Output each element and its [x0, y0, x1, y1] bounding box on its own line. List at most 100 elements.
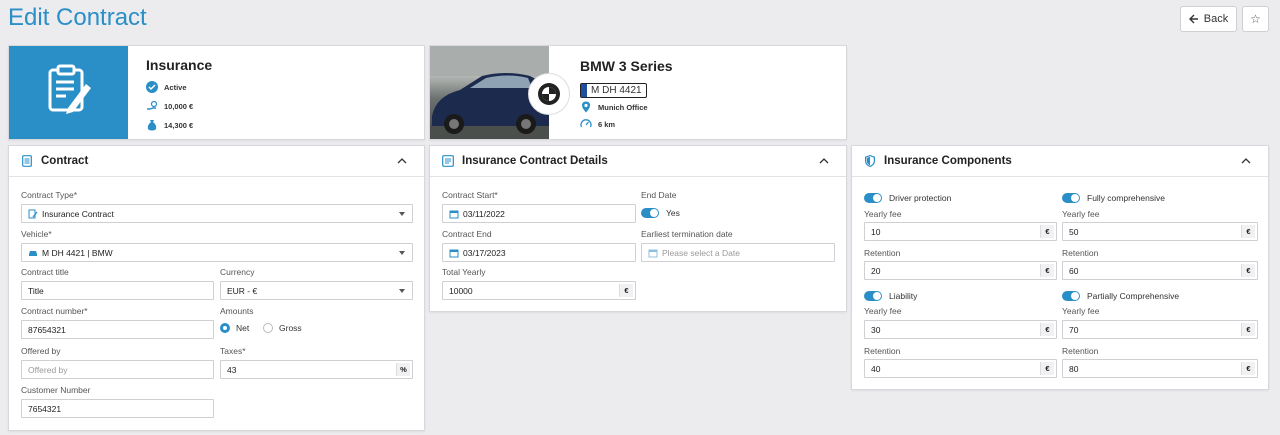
- money-bag-icon: [146, 119, 158, 131]
- contract-number-input[interactable]: 87654321: [21, 320, 214, 339]
- insurance-title: Insurance: [146, 57, 213, 73]
- fully-comprehensive-fee-input[interactable]: 50 €: [1062, 222, 1258, 241]
- component-toggle-partially-comprehensive[interactable]: Partially Comprehensive: [1062, 291, 1179, 301]
- taxes-input[interactable]: 43 %: [220, 360, 413, 379]
- fee-value: 50: [1069, 226, 1079, 237]
- currency-value: EUR - €: [227, 285, 258, 296]
- car-icon: [28, 248, 38, 258]
- vehicle-location: Munich Office: [580, 101, 648, 113]
- retention-label: Retention: [864, 248, 901, 258]
- euro-addon: €: [1241, 264, 1255, 277]
- offered-by-placeholder: Offered by: [28, 364, 68, 375]
- customer-number-label: Customer Number: [21, 385, 91, 395]
- dropdown-caret-icon: [399, 289, 405, 293]
- total-yearly-value: 10000: [449, 285, 473, 296]
- toggle-on-icon: [1062, 193, 1080, 203]
- contract-edit-icon: [28, 209, 38, 219]
- fee-value: 10: [871, 226, 881, 237]
- amounts-gross-radio[interactable]: Gross: [263, 323, 302, 333]
- contract-end-input[interactable]: 03/17/2023: [442, 243, 636, 262]
- details-panel-header[interactable]: Insurance Contract Details: [430, 146, 846, 177]
- component-toggle-driver-protection[interactable]: Driver protection: [864, 193, 951, 203]
- end-date-toggle-label: Yes: [666, 208, 680, 218]
- contract-type-value: Insurance Contract: [42, 208, 114, 219]
- insurance-summary-card: Insurance Active 10,000 € 14,300 €: [8, 45, 425, 140]
- calendar-icon: [648, 248, 658, 258]
- bmw-logo: [528, 73, 570, 115]
- total-yearly-input[interactable]: 10000 €: [442, 281, 636, 300]
- euro-addon: €: [1040, 225, 1054, 238]
- amounts-net-radio[interactable]: Net: [220, 323, 249, 333]
- vehicle-title: BMW 3 Series: [580, 58, 673, 74]
- liability-fee-input[interactable]: 30 €: [864, 320, 1057, 339]
- fee-value: 70: [1069, 324, 1079, 335]
- euro-addon: €: [619, 284, 633, 297]
- contract-type-label: Contract Type*: [21, 190, 78, 200]
- retention-label: Retention: [1062, 346, 1099, 356]
- amounts-net-label: Net: [236, 323, 250, 333]
- back-button-label: Back: [1203, 13, 1229, 25]
- chevron-up-icon[interactable]: [396, 155, 408, 167]
- driver-protection-fee-input[interactable]: 10 €: [864, 222, 1057, 241]
- yearly-fee-label: Yearly fee: [864, 306, 902, 316]
- termination-date-input[interactable]: Please select a Date: [641, 243, 835, 262]
- offered-by-input[interactable]: Offered by: [21, 360, 214, 379]
- euro-addon: €: [1241, 225, 1255, 238]
- mileage-text: 6 km: [598, 119, 616, 129]
- toggle-on-icon: [641, 208, 659, 218]
- details-panel-title: Insurance Contract Details: [462, 155, 608, 167]
- amount-2-text: 14,300 €: [164, 120, 194, 130]
- license-plate: M DH 4421: [580, 83, 647, 98]
- yearly-fee-label: Yearly fee: [864, 209, 902, 219]
- insurance-status: Active: [146, 81, 187, 93]
- contract-title-input[interactable]: Title: [21, 281, 214, 300]
- customer-number-input[interactable]: 7654321: [21, 399, 214, 418]
- component-name: Fully comprehensive: [1087, 193, 1165, 203]
- retention-value: 20: [871, 265, 881, 276]
- yearly-fee-label: Yearly fee: [1062, 306, 1100, 316]
- contract-start-label: Contract Start*: [442, 190, 498, 200]
- euro-addon: €: [1040, 323, 1054, 336]
- contract-number-value: 87654321: [28, 324, 66, 335]
- driver-protection-retention-input[interactable]: 20 €: [864, 261, 1057, 280]
- vehicle-select[interactable]: M DH 4421 | BMW: [21, 243, 413, 262]
- component-toggle-liability[interactable]: Liability: [864, 291, 917, 301]
- favorite-button[interactable]: ☆: [1242, 6, 1269, 32]
- contract-panel: Contract Contract Type* Insurance Contra…: [8, 145, 425, 431]
- toggle-on-icon: [864, 193, 882, 203]
- retention-value: 60: [1069, 265, 1079, 276]
- document-icon: [21, 155, 33, 167]
- radio-selected-icon: [220, 323, 230, 333]
- retention-value: 40: [871, 363, 881, 374]
- taxes-label: Taxes*: [220, 346, 246, 356]
- component-toggle-fully-comprehensive[interactable]: Fully comprehensive: [1062, 193, 1165, 203]
- retention-label: Retention: [864, 346, 901, 356]
- end-date-toggle[interactable]: Yes: [641, 208, 680, 218]
- partially-comprehensive-retention-input[interactable]: 80 €: [1062, 359, 1258, 378]
- contract-panel-header[interactable]: Contract: [9, 146, 424, 177]
- euro-addon: €: [1241, 323, 1255, 336]
- speedometer-icon: [580, 118, 592, 130]
- retention-label: Retention: [1062, 248, 1099, 258]
- currency-select[interactable]: EUR - €: [220, 281, 413, 300]
- toggle-on-icon: [1062, 291, 1080, 301]
- contract-title-label: Contract title: [21, 267, 69, 277]
- dropdown-caret-icon: [399, 212, 405, 216]
- eu-plate-icon: [581, 84, 587, 97]
- chevron-up-icon[interactable]: [818, 155, 830, 167]
- shield-icon: [864, 155, 876, 167]
- retention-value: 80: [1069, 363, 1079, 374]
- partially-comprehensive-fee-input[interactable]: 70 €: [1062, 320, 1258, 339]
- fully-comprehensive-retention-input[interactable]: 60 €: [1062, 261, 1258, 280]
- offered-by-label: Offered by: [21, 346, 61, 356]
- contract-type-select[interactable]: Insurance Contract: [21, 204, 413, 223]
- status-text: Active: [164, 82, 187, 92]
- insurance-amount-2: 14,300 €: [146, 119, 193, 131]
- euro-addon: €: [1040, 362, 1054, 375]
- liability-retention-input[interactable]: 40 €: [864, 359, 1057, 378]
- back-button[interactable]: Back: [1180, 6, 1237, 32]
- amounts-label: Amounts: [220, 306, 254, 316]
- contract-start-input[interactable]: 03/11/2022: [442, 204, 636, 223]
- chevron-up-icon[interactable]: [1240, 155, 1252, 167]
- components-panel-header[interactable]: Insurance Components: [852, 146, 1268, 177]
